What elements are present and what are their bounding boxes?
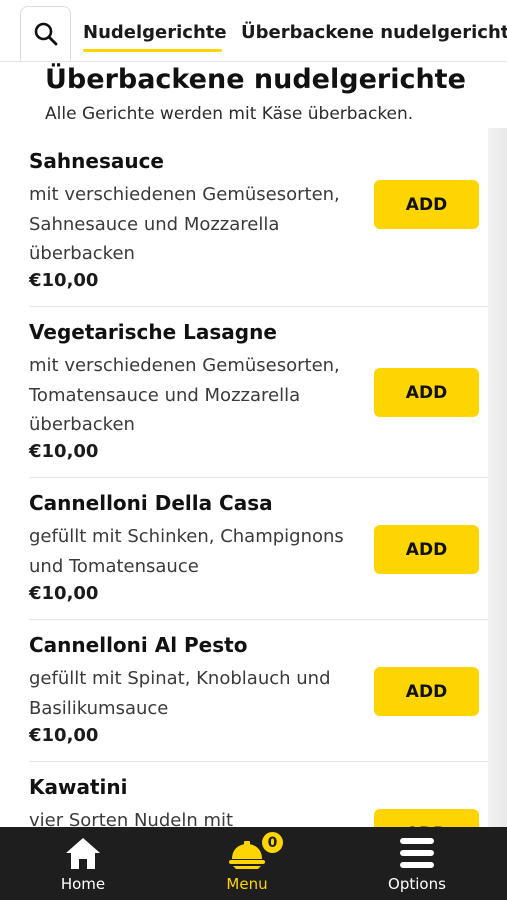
item-description-line: Tomatensauce und Mozzarella	[29, 384, 301, 406]
item-description: gefüllt mit Schinken, Champignons und To…	[29, 522, 374, 581]
item-description: mit verschiedenen Gemüsesorten, Sahnesau…	[29, 180, 374, 269]
item-description-line: mit verschiedenen Gemüsesorten,	[29, 184, 340, 205]
item-divider	[29, 306, 488, 307]
item-description: mit verschiedenen Gemüsesorten, Tomatens…	[29, 351, 374, 440]
item-price: €10,00	[29, 583, 99, 604]
add-button[interactable]: ADD	[374, 180, 479, 229]
item-description-line: vier Sorten Nudeln mit	[29, 810, 234, 827]
item-description: vier Sorten Nudeln mit	[29, 806, 374, 827]
nav-menu[interactable]: Menu	[187, 827, 307, 900]
cart-count-badge: 0	[262, 832, 283, 853]
nav-options[interactable]: Options	[357, 827, 477, 900]
item-price: €10,00	[29, 441, 99, 462]
cloche-icon	[229, 841, 265, 869]
search-icon	[34, 22, 57, 46]
nav-options-label: Options	[388, 875, 446, 893]
active-tab-indicator	[83, 49, 222, 52]
item-description-line: Basilikumsauce	[29, 697, 169, 719]
item-description-line: und Tomatensauce	[29, 555, 199, 577]
section-header: Überbackene nudelgerichte Alle Gerichte …	[0, 62, 507, 128]
item-divider	[29, 477, 488, 478]
item-name: Cannelloni Al Pesto	[29, 633, 248, 657]
item-name: Vegetarische Lasagne	[29, 320, 277, 344]
tab-ueberbackene-nudelgerichte[interactable]: Überbackene nudelgerichte	[241, 22, 507, 43]
nav-home-label: Home	[60, 875, 106, 893]
item-description: gefüllt mit Spinat, Knoblauch und Basili…	[29, 664, 374, 723]
add-button[interactable]: ADD	[374, 368, 479, 417]
nav-home[interactable]: Home	[23, 827, 143, 900]
add-button[interactable]: ADD	[374, 525, 479, 574]
section-title: Überbackene nudelgerichte	[45, 64, 466, 95]
item-description-line: Sahnesauce und Mozzarella	[29, 213, 280, 235]
item-name: Sahnesauce	[29, 149, 164, 173]
item-description-line: überbacken	[29, 414, 135, 435]
item-description-line: gefüllt mit Spinat, Knoblauch und	[29, 668, 331, 689]
hamburger-icon	[400, 838, 434, 868]
item-divider	[29, 761, 488, 762]
scrollbar-track	[488, 62, 507, 827]
tab-nudelgerichte[interactable]: Nudelgerichte	[83, 22, 227, 43]
menu-item-list[interactable]: Sahnesauce mit verschiedenen Gemüsesorte…	[0, 62, 488, 827]
nav-menu-label: Menu	[226, 875, 268, 893]
add-button[interactable]: ADD	[374, 809, 479, 827]
category-tab-bar: Nudelgerichte Überbackene nudelgerichte	[0, 0, 507, 62]
home-icon	[66, 838, 100, 869]
item-description-line: gefüllt mit Schinken, Champignons	[29, 526, 344, 547]
add-button[interactable]: ADD	[374, 667, 479, 716]
item-name: Kawatini	[29, 775, 128, 799]
item-divider	[29, 619, 488, 620]
item-price: €10,00	[29, 725, 99, 746]
item-price: €10,00	[29, 270, 99, 291]
item-description-line: mit verschiedenen Gemüsesorten,	[29, 355, 340, 376]
item-description-line: überbacken	[29, 243, 135, 264]
section-subtitle: Alle Gerichte werden mit Käse überbacken…	[45, 104, 414, 124]
tabbar-divider	[0, 61, 507, 62]
search-button[interactable]	[20, 6, 71, 61]
item-name: Cannelloni Della Casa	[29, 491, 273, 515]
bottom-navigation: Home Menu 0 Options	[0, 827, 507, 900]
